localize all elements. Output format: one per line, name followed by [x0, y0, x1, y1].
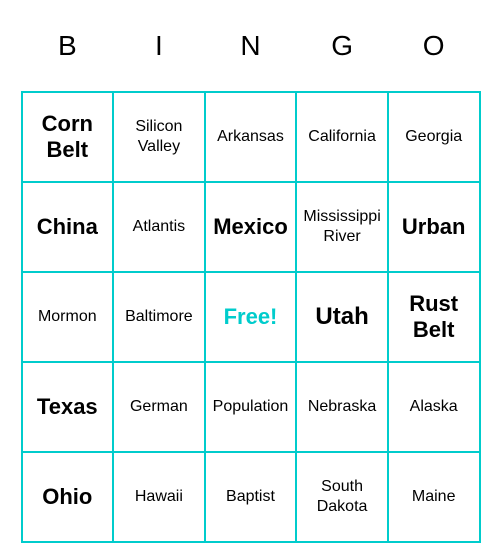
table-cell: Mormon	[22, 272, 114, 362]
table-row: MormonBaltimoreFree!UtahRust Belt	[22, 272, 480, 362]
header-b: B	[22, 2, 114, 92]
table-cell: China	[22, 182, 114, 272]
table-cell: Silicon Valley	[113, 92, 205, 182]
table-cell: Georgia	[388, 92, 480, 182]
bingo-card: B I N G O Corn BeltSilicon ValleyArkansa…	[11, 0, 491, 553]
table-cell: Corn Belt	[22, 92, 114, 182]
table-cell: Texas	[22, 362, 114, 452]
header-i: I	[113, 2, 205, 92]
header-g: G	[296, 2, 388, 92]
table-cell: Rust Belt	[388, 272, 480, 362]
table-cell: Nebraska	[296, 362, 388, 452]
table-row: Corn BeltSilicon ValleyArkansasCaliforni…	[22, 92, 480, 182]
table-row: OhioHawaiiBaptistSouth DakotaMaine	[22, 452, 480, 542]
header-row: B I N G O	[22, 2, 480, 92]
bingo-table: B I N G O Corn BeltSilicon ValleyArkansa…	[21, 2, 481, 543]
table-cell: Utah	[296, 272, 388, 362]
table-cell: German	[113, 362, 205, 452]
table-cell: Hawaii	[113, 452, 205, 542]
table-cell: Alaska	[388, 362, 480, 452]
table-row: ChinaAtlantisMexicoMississippi RiverUrba…	[22, 182, 480, 272]
table-cell: Mississippi River	[296, 182, 388, 272]
table-cell: Maine	[388, 452, 480, 542]
table-cell: California	[296, 92, 388, 182]
table-cell: Atlantis	[113, 182, 205, 272]
table-cell: Urban	[388, 182, 480, 272]
table-row: TexasGermanPopulationNebraskaAlaska	[22, 362, 480, 452]
table-cell: Free!	[205, 272, 297, 362]
table-cell: Baptist	[205, 452, 297, 542]
table-cell: Ohio	[22, 452, 114, 542]
table-cell: Population	[205, 362, 297, 452]
header-n: N	[205, 2, 297, 92]
table-cell: South Dakota	[296, 452, 388, 542]
table-cell: Baltimore	[113, 272, 205, 362]
table-cell: Mexico	[205, 182, 297, 272]
table-cell: Arkansas	[205, 92, 297, 182]
header-o: O	[388, 2, 480, 92]
